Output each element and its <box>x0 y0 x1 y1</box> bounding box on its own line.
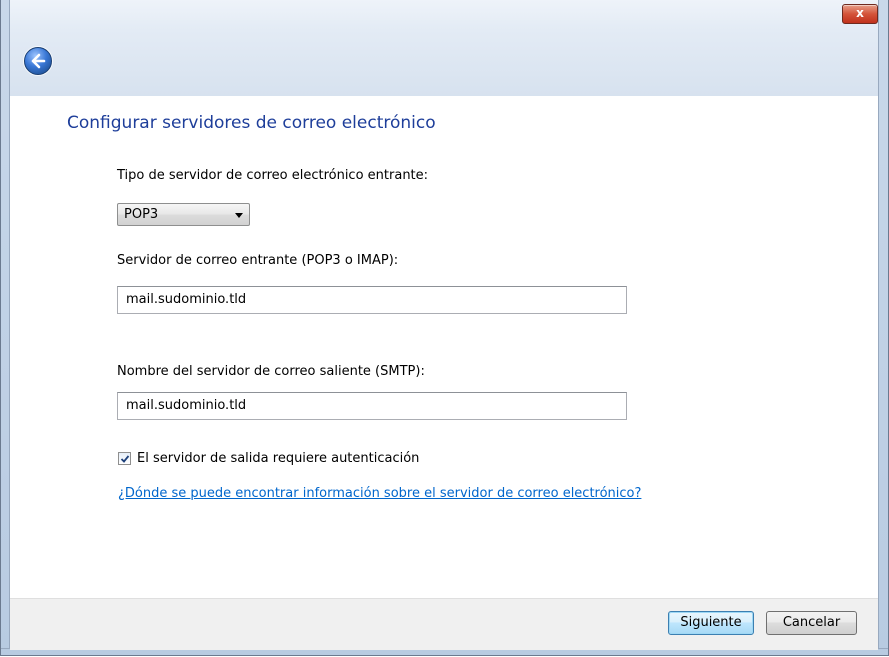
outgoing-server-value: mail.sudominio.tld <box>126 398 247 413</box>
auth-checkbox[interactable] <box>118 452 131 465</box>
help-link[interactable]: ¿Dónde se puede encontrar información so… <box>118 486 641 501</box>
next-button[interactable]: Siguiente <box>668 611 754 635</box>
incoming-type-label: Tipo de servidor de correo electrónico e… <box>117 168 429 183</box>
back-button[interactable] <box>24 47 52 75</box>
outgoing-server-input[interactable]: mail.sudominio.tld <box>117 392 627 420</box>
close-icon: x <box>856 6 864 20</box>
incoming-type-select[interactable]: POP3 <box>117 203 250 226</box>
incoming-server-label: Servidor de correo entrante (POP3 o IMAP… <box>117 253 399 268</box>
window-frame-right <box>878 0 888 655</box>
close-button[interactable]: x <box>842 4 878 24</box>
wizard-footer: Siguiente Cancelar <box>10 598 878 650</box>
incoming-server-value: mail.sudominio.tld <box>126 292 247 307</box>
cancel-button[interactable]: Cancelar <box>766 611 857 635</box>
wizard-content: Configurar servidores de correo electrón… <box>10 96 878 598</box>
outgoing-server-label: Nombre del servidor de correo saliente (… <box>117 364 425 379</box>
title-bar <box>10 0 878 96</box>
incoming-server-input[interactable]: mail.sudominio.tld <box>117 286 627 314</box>
wizard-window: x Configurar servidores de correo electr… <box>0 0 889 656</box>
window-frame-left <box>1 0 10 655</box>
auth-checkbox-label[interactable]: El servidor de salida requiere autentica… <box>137 451 419 466</box>
dropdown-arrow-icon <box>235 213 243 218</box>
back-arrow-icon <box>31 53 46 69</box>
page-title: Configurar servidores de correo electrón… <box>67 113 436 133</box>
checkmark-icon <box>120 455 130 463</box>
incoming-type-value: POP3 <box>124 207 159 222</box>
